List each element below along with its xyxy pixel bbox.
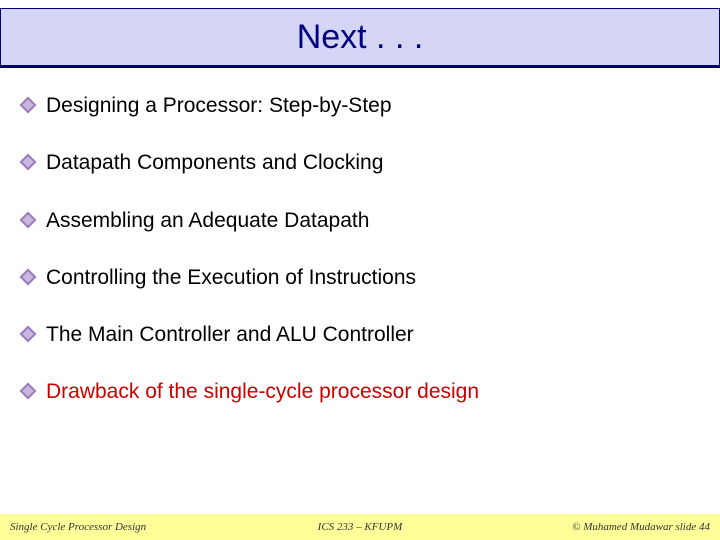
content-area: Designing a Processor: Step-by-Step Data… xyxy=(22,92,698,436)
diamond-bullet-icon xyxy=(20,211,37,228)
diamond-bullet-icon xyxy=(20,154,37,171)
slide-title: Next . . . xyxy=(297,18,424,57)
bullet-item: Controlling the Execution of Instruction… xyxy=(22,264,698,291)
bullet-text: Drawback of the single-cycle processor d… xyxy=(46,378,479,405)
footer-right: © Muhamed Mudawar slide 44 xyxy=(572,521,710,533)
bullet-item-highlighted: Drawback of the single-cycle processor d… xyxy=(22,378,698,405)
title-band: Next . . . xyxy=(0,8,720,68)
bullet-text: Controlling the Execution of Instruction… xyxy=(46,264,416,291)
bullet-text: Assembling an Adequate Datapath xyxy=(46,207,369,234)
bullet-text: The Main Controller and ALU Controller xyxy=(46,321,414,348)
diamond-bullet-icon xyxy=(20,326,37,343)
footer-center: ICS 233 – KFUPM xyxy=(318,521,403,533)
footer: Single Cycle Processor Design ICS 233 – … xyxy=(0,514,720,540)
diamond-bullet-icon xyxy=(20,268,37,285)
bullet-item: Datapath Components and Clocking xyxy=(22,149,698,176)
footer-left: Single Cycle Processor Design xyxy=(10,521,146,533)
bullet-item: Designing a Processor: Step-by-Step xyxy=(22,92,698,119)
diamond-bullet-icon xyxy=(20,97,37,114)
bullet-item: The Main Controller and ALU Controller xyxy=(22,321,698,348)
slide: Next . . . Designing a Processor: Step-b… xyxy=(0,0,720,540)
bullet-item: Assembling an Adequate Datapath xyxy=(22,207,698,234)
bullet-text: Datapath Components and Clocking xyxy=(46,149,383,176)
diamond-bullet-icon xyxy=(20,383,37,400)
title-inner: Next . . . xyxy=(1,9,719,65)
bullet-text: Designing a Processor: Step-by-Step xyxy=(46,92,392,119)
